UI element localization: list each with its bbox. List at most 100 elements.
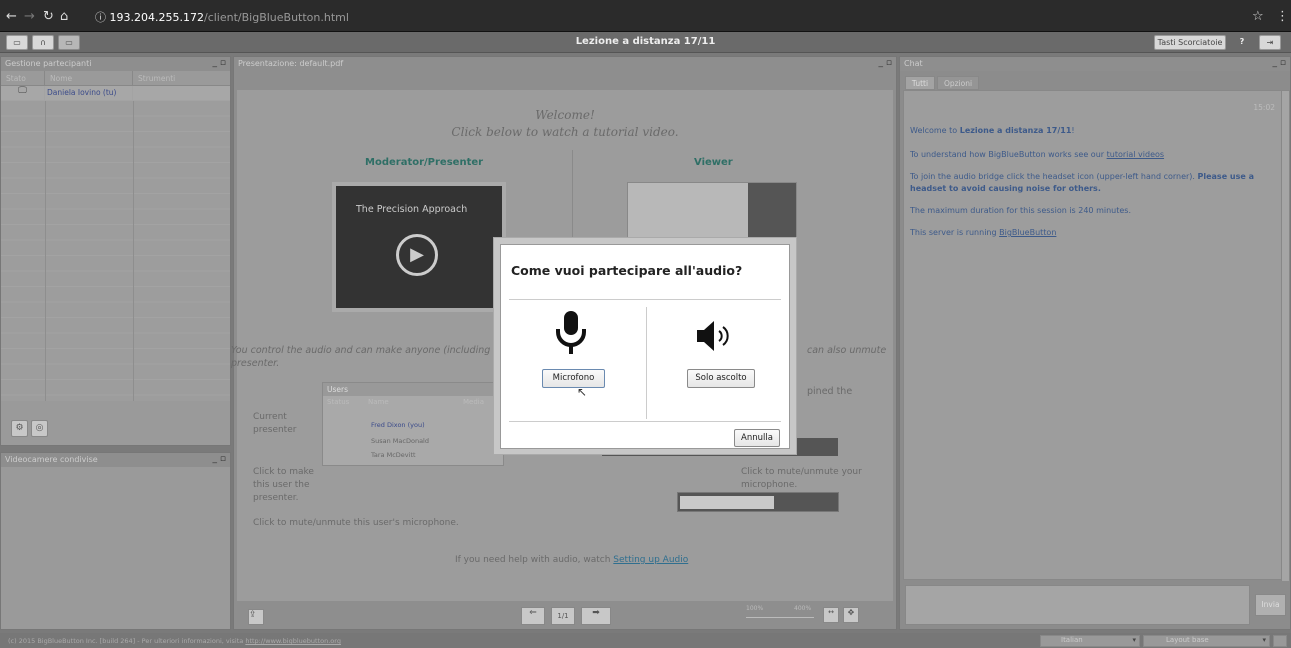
viewer-heading: Viewer: [694, 157, 733, 168]
msg-text: Welcome to: [910, 126, 960, 135]
status-button[interactable]: ◎: [31, 420, 48, 437]
participant-name: Daniela Iovino (tu): [45, 86, 133, 100]
video-title: The Precision Approach: [356, 204, 468, 215]
msg-text: To join the audio bridge click the heads…: [910, 172, 1198, 181]
page-indicator[interactable]: 1/1: [551, 607, 575, 625]
slide-text: can also unmute: [807, 345, 887, 356]
listen-only-button[interactable]: Solo ascolto: [687, 369, 755, 388]
participants-empty-rows: [1, 101, 230, 401]
example-user: Fred Dixon (you): [371, 421, 425, 429]
slide-text: You control the audio and can make anyon…: [231, 345, 491, 356]
zoom-slider[interactable]: [746, 617, 814, 618]
chat-scrollbar[interactable]: [1281, 91, 1289, 581]
minimize-maximize-icon[interactable]: _ ▫: [213, 58, 226, 68]
chat-message: This server is running BigBlueButton: [910, 227, 1270, 239]
panel-title: Chat: [904, 59, 923, 68]
address-bar[interactable]: ⓘ 193.204.255.172/client/BigBlueButton.h…: [95, 9, 349, 25]
example-mic-bar: [677, 492, 839, 512]
webcams-header: Videocamere condivise _ ▫: [1, 453, 230, 467]
bbb-link[interactable]: BigBlueButton: [999, 228, 1056, 237]
arrow-right-icon: ➡: [592, 608, 600, 618]
participants-header: Gestione partecipanti _ ▫: [1, 57, 230, 71]
panel-title: Gestione partecipanti: [5, 59, 92, 68]
presentation-header: Presentazione: default.pdf _ ▫: [234, 57, 896, 71]
bbb-site-link[interactable]: http://www.bigbluebutton.org: [245, 637, 341, 645]
example-user: Susan MacDonald: [371, 437, 429, 445]
slide-welcome: Welcome!: [535, 108, 595, 122]
shortcuts-button[interactable]: Tasti Scorciatoie: [1154, 35, 1226, 50]
minimize-maximize-icon[interactable]: _ ▫: [1273, 58, 1286, 68]
slide-text: presenter: [253, 425, 297, 435]
moderator-heading: Moderator/Presenter: [365, 157, 484, 168]
move-icon: ✥: [847, 608, 855, 617]
tutorial-videos-link[interactable]: tutorial videos: [1107, 150, 1164, 159]
column-header: Media: [463, 398, 485, 406]
next-slide-button[interactable]: ➡: [581, 607, 611, 625]
participants-panel: Gestione partecipanti _ ▫ Stato Nome Stru…: [0, 56, 231, 446]
minimize-maximize-icon[interactable]: _ ▫: [879, 58, 892, 68]
tab-all[interactable]: Tutti: [905, 76, 935, 90]
fit-width-button[interactable]: ↔: [823, 607, 839, 623]
settings-button[interactable]: ⚙: [11, 420, 28, 437]
participants-columns: Stato Nome Strumenti: [1, 71, 230, 86]
url-path: /client/BigBlueButton.html: [203, 11, 349, 24]
back-icon[interactable]: ←: [6, 9, 17, 24]
chevron-down-icon: ▾: [1132, 636, 1136, 644]
chat-input[interactable]: [905, 585, 1250, 625]
minimize-maximize-icon[interactable]: _ ▫: [213, 454, 226, 464]
menu-icon[interactable]: ⋮: [1276, 9, 1289, 24]
help-button[interactable]: ?: [1232, 35, 1252, 50]
zoom-min-label: 100%: [746, 605, 764, 612]
panel-title: Presentazione: default.pdf: [238, 59, 344, 68]
logout-button[interactable]: ⇥: [1259, 35, 1281, 50]
example-user: Tara McDevitt: [371, 451, 416, 459]
forward-icon[interactable]: →: [24, 9, 35, 24]
slide-text: Click to make: [253, 467, 314, 477]
apply-layout-button[interactable]: [1273, 635, 1287, 647]
column-header[interactable]: Stato: [1, 71, 45, 85]
upload-button[interactable]: ⇪: [248, 609, 264, 625]
msg-text: This server is running: [910, 228, 1000, 237]
layout-select[interactable]: Layout base ▾: [1143, 635, 1270, 647]
webcams-panel: Videocamere condivise _ ▫: [0, 452, 231, 630]
upload-icon: ⇪: [249, 610, 257, 620]
cancel-button[interactable]: Annulla: [734, 429, 780, 447]
chevron-down-icon: ▾: [1262, 636, 1266, 644]
chat-message: To join the audio bridge click the heads…: [910, 171, 1280, 195]
slide-text: Click to mute/unmute this user's microph…: [253, 518, 459, 528]
slide-text: presenter.: [253, 493, 299, 503]
fit-page-button[interactable]: ✥: [843, 607, 859, 623]
chat-message: Welcome to Lezione a distanza 17/11!: [910, 125, 1270, 137]
language-select[interactable]: Italian ▾: [1040, 635, 1140, 647]
participant-row[interactable]: 🖵 Daniela Iovino (tu): [1, 86, 230, 101]
home-icon[interactable]: ⌂: [60, 9, 68, 24]
send-button[interactable]: Invia: [1255, 594, 1286, 616]
msg-text: To understand how BigBlueButton works se…: [910, 150, 1107, 159]
reload-icon[interactable]: ↻: [43, 9, 54, 24]
column-header[interactable]: Nome: [45, 71, 133, 85]
setting-up-audio-link[interactable]: Setting up Audio: [613, 555, 688, 565]
tutorial-video-thumbnail[interactable]: The Precision Approach ▶: [332, 182, 506, 312]
prev-slide-button[interactable]: ⇐: [521, 607, 545, 625]
column-header[interactable]: Strumenti: [133, 71, 230, 85]
chat-messages: 15:02 Welcome to Lezione a distanza 17/1…: [903, 90, 1290, 581]
audio-help-text: If you need help with audio, watch Setti…: [455, 555, 688, 565]
bookmark-star-icon[interactable]: ☆: [1252, 9, 1264, 24]
chat-header: Chat _ ▫: [900, 57, 1290, 71]
chat-timestamp: 15:02: [1253, 103, 1275, 112]
dialog-title: Come vuoi partecipare all'audio?: [511, 263, 743, 278]
arrow-left-icon: ⇐: [529, 608, 537, 618]
users-example-header: Users: [323, 383, 503, 396]
copyright-text: (c) 2015 BigBlueButton Inc. [build 264] …: [8, 637, 246, 645]
slide-text: Current: [253, 412, 287, 422]
column-header: Name: [368, 398, 389, 406]
meeting-title: Lezione a distanza 17/11: [575, 36, 716, 47]
settings-icon: ⚙: [15, 423, 24, 433]
copyright: (c) 2015 BigBlueButton Inc. [build 264] …: [8, 637, 341, 645]
play-icon[interactable]: ▶: [396, 234, 438, 276]
language-value: Italian: [1061, 636, 1083, 644]
browser-toolbar: ← → ↻ ⌂ ⓘ 193.204.255.172/client/BigBlue…: [0, 0, 1291, 32]
tab-options[interactable]: Opzioni: [937, 76, 979, 90]
slide-text: pined the: [807, 386, 853, 397]
microphone-button[interactable]: Microfono: [542, 369, 605, 388]
